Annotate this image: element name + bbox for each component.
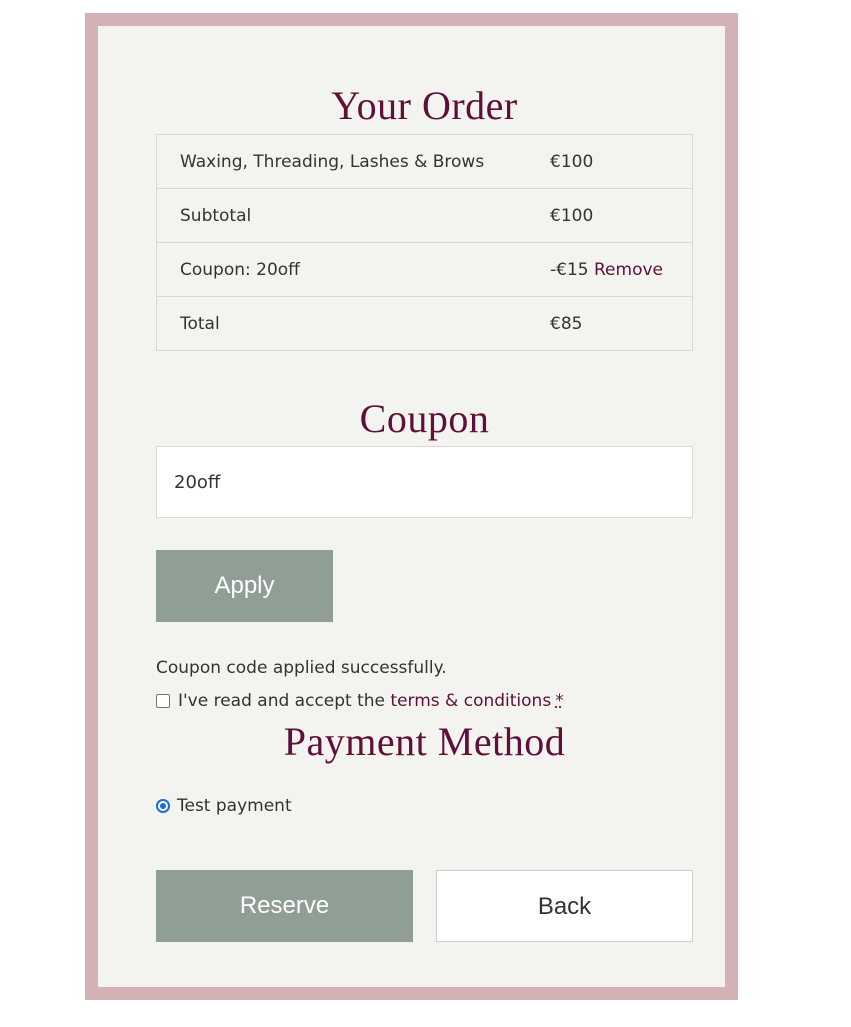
item-value: €100: [550, 134, 693, 189]
order-summary: Waxing, Threading, Lashes & Brows €100 Su…: [156, 134, 693, 351]
coupon-label: Coupon: 20off: [156, 242, 550, 297]
table-row: Waxing, Threading, Lashes & Brows €100: [156, 134, 693, 189]
coupon-input[interactable]: 20off: [156, 446, 693, 518]
apply-button[interactable]: Apply: [156, 550, 333, 622]
order-title: Your Order: [331, 83, 518, 128]
remove-coupon-link[interactable]: Remove: [594, 260, 663, 280]
subtotal-value: €100: [550, 188, 693, 243]
payment-option[interactable]: Test payment: [156, 796, 292, 816]
reserve-button[interactable]: Reserve: [156, 870, 413, 942]
total-label: Total: [156, 296, 550, 351]
coupon-cell: -€15 Remove: [550, 242, 693, 297]
terms-link[interactable]: terms & conditions: [390, 691, 551, 711]
payment-option-label: Test payment: [177, 796, 292, 816]
payment-title: Payment Method: [283, 719, 566, 764]
table-row: Coupon: 20off -€15 Remove: [156, 242, 693, 297]
item-label: Waxing, Threading, Lashes & Brows: [156, 134, 550, 189]
terms-text: I've read and accept the: [178, 691, 386, 711]
coupon-title: Coupon: [359, 396, 490, 441]
table-row: Subtotal €100: [156, 188, 693, 243]
checkout-panel: Your Order Waxing, Threading, Lashes & B…: [85, 13, 738, 1000]
payment-radio[interactable]: [156, 799, 170, 813]
table-row: Total €85: [156, 296, 693, 351]
coupon-value: -€15: [550, 259, 589, 280]
terms-checkbox[interactable]: [156, 694, 170, 708]
order-table: Waxing, Threading, Lashes & Brows €100 Su…: [156, 134, 693, 351]
terms-row: I've read and accept the terms & conditi…: [156, 691, 564, 711]
back-button[interactable]: Back: [436, 870, 693, 942]
total-value: €85: [550, 296, 693, 351]
required-marker: *: [555, 691, 564, 711]
coupon-message: Coupon code applied successfully.: [156, 658, 447, 678]
subtotal-label: Subtotal: [156, 188, 550, 243]
